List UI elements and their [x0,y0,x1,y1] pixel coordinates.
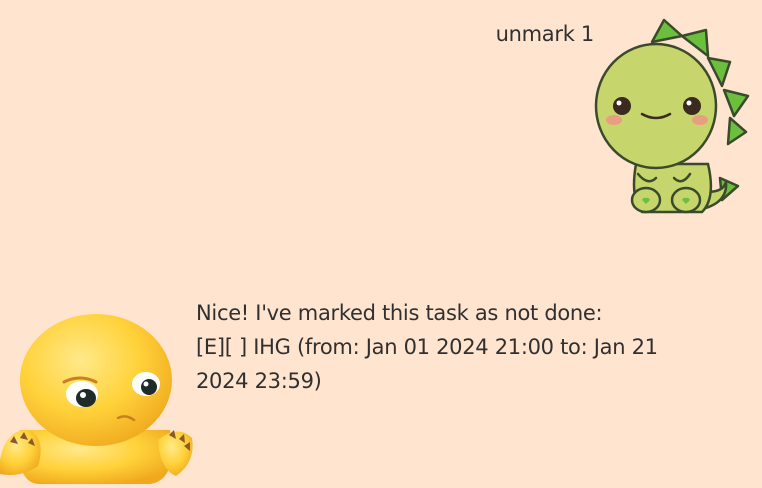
chat-dialog-pane: unmark 1 Nice! I've marked this task as … [0,0,762,484]
bot-message-row: Nice! I've marked this task as not done:… [0,280,762,484]
bot-message-text: Nice! I've marked this task as not done:… [196,296,696,398]
bot-message-line: Nice! I've marked this task as not done: [196,301,603,325]
bot-message-line: 2024 23:59) [196,369,322,393]
bot-message-line: [E][ ] IHG (from: Jan 01 2024 21:00 to: … [196,335,658,359]
green-dinosaur-avatar-icon [590,14,758,218]
user-message-text: unmark 1 [495,22,595,46]
yellow-creature-avatar-icon [0,310,196,484]
user-message-row: unmark 1 [0,0,762,240]
